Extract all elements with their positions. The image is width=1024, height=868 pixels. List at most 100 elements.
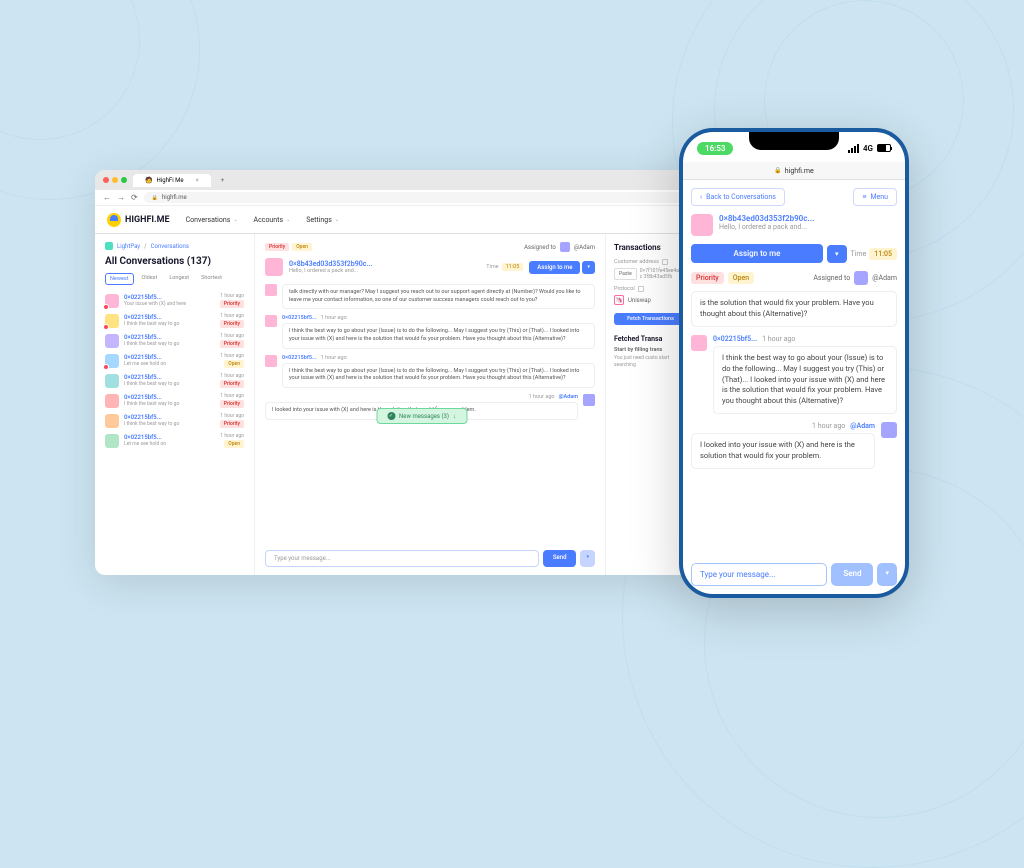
battery-icon <box>877 144 891 152</box>
message: 0×02215bf5...1 hour agoI think the best … <box>265 355 595 388</box>
chevron-down-icon: ⌄ <box>335 217 339 223</box>
transactions-title: Transactions⌄ <box>614 242 687 253</box>
breadcrumb-section[interactable]: Conversations <box>151 243 189 250</box>
status-time: 16:53 <box>697 142 733 155</box>
copy-icon[interactable] <box>662 259 668 265</box>
assignee-avatar <box>560 242 570 252</box>
assignee-name: @Adam <box>872 274 897 282</box>
new-tab-button[interactable]: + <box>217 177 228 184</box>
assign-dropdown[interactable]: ▾ <box>827 245 847 263</box>
list-item[interactable]: 0×02215bf5...I think the best way to go1… <box>105 313 244 328</box>
send-options[interactable]: ▾ <box>877 563 897 586</box>
fetch-button[interactable]: Fetch Transactions <box>614 313 687 325</box>
menu-button[interactable]: ≡Menu <box>853 188 897 206</box>
avatar <box>105 294 119 308</box>
send-button[interactable]: Send <box>543 550 577 567</box>
menu-icon: ≡ <box>862 193 866 201</box>
conversation-header: PriorityOpen Assigned to@Adam <box>265 242 595 252</box>
nav-accounts[interactable]: Accounts⌄ <box>254 216 291 224</box>
paste-button[interactable]: Paste <box>614 268 637 280</box>
message: 0×02215bf5...1 hour agoI think the best … <box>691 335 897 414</box>
list-item[interactable]: 0×02215bf5...Let me see hold on1 hour ag… <box>105 433 244 448</box>
url-text: highfi.me <box>162 194 187 201</box>
assign-dropdown[interactable]: ▾ <box>582 261 595 274</box>
message-avatar <box>881 422 897 438</box>
back-icon[interactable]: ← <box>103 193 111 202</box>
avatar <box>105 354 119 368</box>
filter-longest[interactable]: Longest <box>165 273 193 285</box>
avatar <box>105 334 119 348</box>
send-button[interactable]: Send <box>831 563 873 586</box>
assigned-label: Assigned to <box>524 244 556 251</box>
tab-favicon: 🧑 <box>145 177 152 184</box>
list-item[interactable]: 0×02215bf5...I think the best way to go1… <box>105 373 244 388</box>
back-button[interactable]: ‹Back to Conversations <box>691 188 785 206</box>
filter-oldest[interactable]: Oldest <box>138 273 162 285</box>
app-header: HIGHFI.ME Conversations⌄ Accounts⌄ Setti… <box>95 206 695 234</box>
list-item[interactable]: 0×02215bf5...I think the best way to go1… <box>105 393 244 408</box>
avatar <box>105 394 119 408</box>
open-tag: Open <box>292 243 312 251</box>
chevron-left-icon: ‹ <box>700 193 702 201</box>
conversation-list: 0×02215bf5...Your issue with (X) and her… <box>105 293 244 448</box>
customer-address-label: Customer address <box>614 259 659 265</box>
filter-newest[interactable]: Newest <box>105 273 134 285</box>
avatar <box>105 314 119 328</box>
list-item[interactable]: 0×02215bf5...I think the best way to go1… <box>105 333 244 348</box>
window-controls[interactable] <box>103 177 127 183</box>
contact-address: 0×8b43ed03d353f2b90c... <box>289 260 480 268</box>
assign-button[interactable]: Assign to me <box>691 244 823 263</box>
assigned-label: Assigned to <box>813 274 850 282</box>
network-label: 4G <box>863 144 873 153</box>
unread-badge <box>103 304 109 310</box>
protocol-name: Uniswap <box>628 297 651 304</box>
time-label: Time <box>486 264 498 270</box>
message-outgoing: 1 hour ago@AdamI looked into your issue … <box>691 422 897 469</box>
reload-icon[interactable]: ⟳ <box>131 193 138 202</box>
breadcrumb-workspace[interactable]: LightPay <box>117 243 140 250</box>
nav-conversations[interactable]: Conversations⌄ <box>186 216 238 224</box>
filter-bar: Newest Oldest Longest Shortest <box>105 273 244 285</box>
list-item[interactable]: 0×02215bf5...I think the best way to go1… <box>105 413 244 428</box>
list-item[interactable]: 0×02215bf5...Your issue with (X) and her… <box>105 293 244 308</box>
time-value: 11:05 <box>869 248 897 260</box>
assignee-avatar <box>854 271 868 285</box>
unread-badge <box>103 324 109 330</box>
chevron-down-icon: ⌄ <box>233 217 237 223</box>
message-avatar <box>583 394 595 406</box>
logo[interactable]: HIGHFI.ME <box>107 213 170 227</box>
send-options[interactable]: ▾ <box>580 550 595 567</box>
message: talk directly with our manager? May I su… <box>265 284 595 309</box>
assign-button[interactable]: Assign to me <box>529 261 580 274</box>
sidebar: LightPay / Conversations All Conversatio… <box>95 234 255 575</box>
contact-avatar <box>265 258 283 276</box>
new-messages-pill[interactable]: ✓New messages (3)↓ <box>376 408 467 424</box>
open-tag: Open <box>728 272 754 284</box>
message-list: talk directly with our manager? May I su… <box>265 284 595 544</box>
message: 0×02215bf5...1 hour agoI think the best … <box>265 315 595 348</box>
page-title: All Conversations (137) <box>105 256 244 267</box>
contact-preview: Hello, I ordered a pack and... <box>719 223 897 231</box>
url-field[interactable]: 🔒highfi.me <box>144 192 687 203</box>
signal-icon <box>848 144 859 153</box>
mobile-url-bar[interactable]: highfi.me <box>683 162 905 180</box>
message-partial: is the solution that would fix your prob… <box>691 291 897 327</box>
avatar <box>105 434 119 448</box>
browser-window: 🧑HighFi Me× + ← → ⟳ 🔒highfi.me HIGHFI.ME… <box>95 170 695 575</box>
message-input[interactable]: Type your message... <box>691 563 827 586</box>
arrow-down-icon: ↓ <box>453 413 456 420</box>
browser-tab[interactable]: 🧑HighFi Me× <box>133 174 211 187</box>
list-item[interactable]: 0×02215bf5...Let me see hold on1 hour ag… <box>105 353 244 368</box>
time-value: 11:05 <box>502 263 524 271</box>
message-input[interactable]: Type your message... <box>265 550 539 567</box>
workspace-icon <box>105 242 113 250</box>
nav-settings[interactable]: Settings⌄ <box>306 216 339 224</box>
mobile-composer: Type your message... Send ▾ <box>691 563 897 586</box>
contact-avatar <box>691 214 713 236</box>
message-avatar <box>265 315 277 327</box>
browser-addressbar: ← → ⟳ 🔒highfi.me <box>95 190 695 206</box>
forward-icon[interactable]: → <box>117 193 125 202</box>
copy-icon[interactable] <box>638 286 644 292</box>
assignee-name: @Adam <box>574 244 595 251</box>
filter-shortest[interactable]: Shortest <box>197 273 226 285</box>
